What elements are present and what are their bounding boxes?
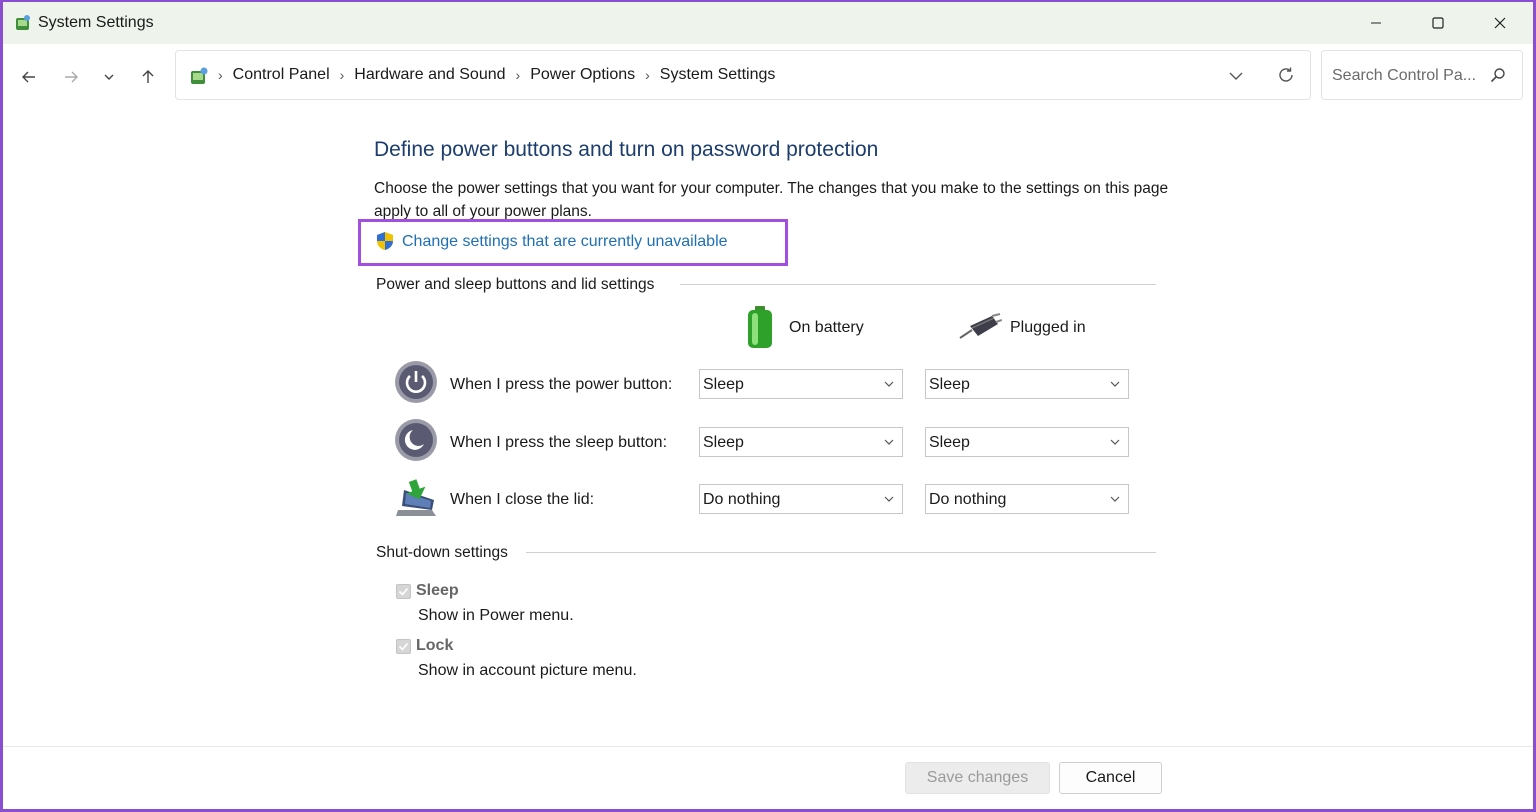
- power-button-plugged-in-select[interactable]: Sleep: [925, 369, 1129, 399]
- sleep-button-on-battery-select[interactable]: Sleep: [699, 427, 903, 457]
- maximize-button[interactable]: [1407, 2, 1469, 44]
- breadcrumb: › Control Panel › Hardware and Sound › P…: [218, 51, 775, 99]
- breadcrumb-power-options[interactable]: Power Options: [530, 66, 635, 84]
- minimize-icon: [1371, 22, 1381, 24]
- power-plug-icon: [959, 313, 1002, 339]
- select-value: Sleep: [703, 434, 744, 451]
- address-history-chevron-icon[interactable]: [1226, 65, 1246, 85]
- power-section-title: Power and sleep buttons and lid settings: [376, 276, 655, 293]
- recent-locations-button[interactable]: [96, 64, 122, 90]
- select-value: Do nothing: [703, 491, 781, 508]
- window-title: System Settings: [38, 14, 154, 31]
- breadcrumb-separator[interactable]: ›: [340, 67, 345, 83]
- column-on-battery: On battery: [789, 319, 864, 336]
- lock-option-description: Show in account picture menu.: [418, 662, 637, 679]
- chevron-down-icon: [104, 74, 114, 80]
- search-box: [1321, 50, 1523, 100]
- shutdown-section-title: Shut-down settings: [376, 544, 508, 561]
- breadcrumb-hardware-and-sound[interactable]: Hardware and Sound: [354, 66, 505, 84]
- lock-checkbox[interactable]: [396, 639, 411, 654]
- back-button[interactable]: [16, 64, 42, 90]
- search-input[interactable]: [1330, 63, 1489, 89]
- minimize-button[interactable]: [1345, 2, 1407, 44]
- section-divider: [526, 552, 1156, 553]
- chevron-down-icon: [884, 381, 894, 387]
- chevron-down-icon: [1110, 381, 1120, 387]
- change-settings-link[interactable]: Change settings that are currently unava…: [402, 233, 728, 251]
- breadcrumb-separator[interactable]: ›: [645, 67, 650, 83]
- sleep-button-icon: [395, 419, 437, 461]
- cancel-button[interactable]: Cancel: [1059, 762, 1162, 794]
- sleep-option-description: Show in Power menu.: [418, 607, 574, 624]
- footer-divider: [3, 746, 1533, 747]
- breadcrumb-control-panel[interactable]: Control Panel: [233, 66, 330, 84]
- breadcrumb-separator[interactable]: ›: [218, 67, 223, 83]
- search-icon[interactable]: [1490, 67, 1506, 83]
- sleep-option-label: Sleep: [416, 582, 459, 599]
- breadcrumb-system-settings[interactable]: System Settings: [660, 66, 776, 84]
- arrow-right-icon: [65, 71, 78, 83]
- control-panel-icon: [16, 15, 30, 30]
- uac-shield-icon: [377, 232, 393, 250]
- title-bar: System Settings: [3, 2, 1533, 44]
- chevron-down-icon: [1110, 496, 1120, 502]
- battery-icon: [748, 306, 772, 348]
- laptop-lid-icon: [396, 479, 436, 516]
- address-bar[interactable]: › Control Panel › Hardware and Sound › P…: [175, 50, 1311, 100]
- sleep-button-label: When I press the sleep button:: [450, 434, 668, 451]
- refresh-icon[interactable]: [1276, 65, 1296, 85]
- power-button-on-battery-select[interactable]: Sleep: [699, 369, 903, 399]
- select-value: Sleep: [929, 376, 970, 393]
- close-icon: [1494, 17, 1506, 29]
- arrow-up-icon: [142, 70, 154, 83]
- chevron-down-icon: [1110, 439, 1120, 445]
- save-changes-button[interactable]: Save changes: [905, 762, 1050, 794]
- close-lid-plugged-in-select[interactable]: Do nothing: [925, 484, 1129, 514]
- column-plugged-in: Plugged in: [1010, 319, 1086, 336]
- lock-option-label: Lock: [416, 637, 454, 654]
- power-button-icon: [395, 361, 437, 403]
- select-value: Sleep: [929, 434, 970, 451]
- power-button-label: When I press the power button:: [450, 376, 673, 393]
- select-value: Sleep: [703, 376, 744, 393]
- control-panel-icon: [191, 67, 208, 84]
- page-description: Choose the power settings that you want …: [374, 180, 1169, 220]
- checkmark-icon: [398, 642, 409, 651]
- checkmark-icon: [398, 587, 409, 596]
- close-button[interactable]: [1469, 2, 1531, 44]
- forward-button[interactable]: [58, 64, 84, 90]
- page-title: Define power buttons and turn on passwor…: [374, 138, 879, 161]
- system-settings-window: System Settings › Control Panel › Hardwa…: [3, 2, 1533, 809]
- up-button[interactable]: [135, 64, 161, 90]
- breadcrumb-separator[interactable]: ›: [516, 67, 521, 83]
- section-divider: [680, 284, 1156, 285]
- close-lid-label: When I close the lid:: [450, 491, 595, 508]
- sleep-checkbox[interactable]: [396, 584, 411, 599]
- maximize-icon: [1432, 17, 1444, 29]
- chevron-down-icon: [884, 439, 894, 445]
- close-lid-on-battery-select[interactable]: Do nothing: [699, 484, 903, 514]
- arrow-left-icon: [22, 71, 35, 83]
- select-value: Do nothing: [929, 491, 1007, 508]
- chevron-down-icon: [884, 496, 894, 502]
- sleep-button-plugged-in-select[interactable]: Sleep: [925, 427, 1129, 457]
